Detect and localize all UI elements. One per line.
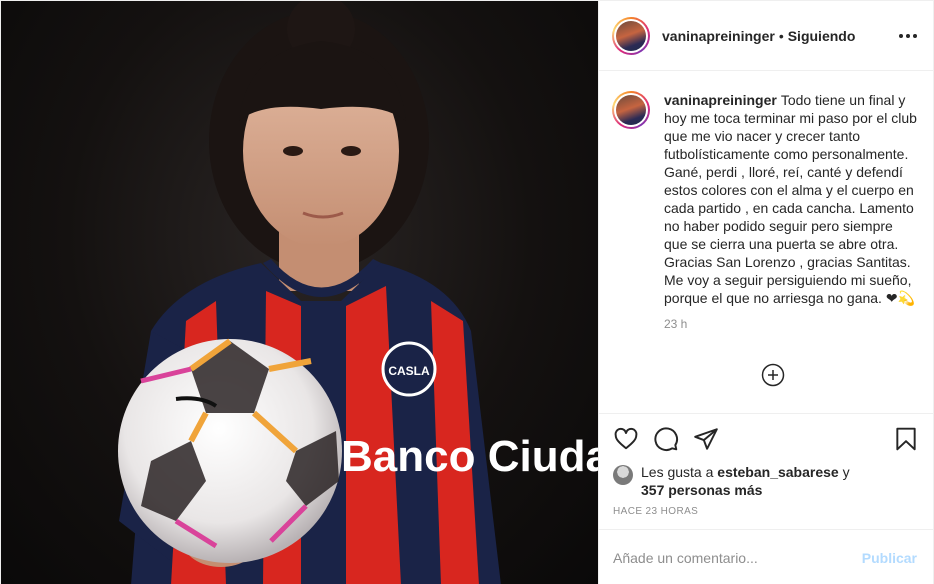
- publish-button[interactable]: Publicar: [862, 550, 917, 566]
- likes-count[interactable]: 357 personas más: [641, 482, 762, 498]
- plus-circle-icon[interactable]: [761, 363, 785, 387]
- share-icon[interactable]: [693, 426, 719, 452]
- action-bar: [599, 413, 933, 463]
- likes-prefix: Les gusta a: [641, 464, 718, 480]
- comment-icon[interactable]: [653, 426, 679, 452]
- more-options-icon[interactable]: [899, 28, 917, 44]
- likes-connector: y: [838, 464, 850, 480]
- avatar[interactable]: [612, 16, 650, 55]
- sponsor-text: Banco Ciuda: [341, 432, 598, 481]
- bookmark-icon[interactable]: [893, 426, 919, 452]
- likes-text: Les gusta a esteban_sabarese y 357 perso…: [641, 463, 850, 499]
- following-button[interactable]: Siguiendo: [788, 28, 856, 44]
- caption-avatar[interactable]: [612, 91, 650, 129]
- post-timestamp[interactable]: HACE 23 HORAS: [599, 505, 933, 529]
- post-photo[interactable]: CASLA Banco Ciuda: [1, 1, 598, 584]
- crest-text: CASLA: [388, 364, 430, 378]
- caption-time[interactable]: 23 h: [664, 317, 919, 331]
- liker-avatar[interactable]: [613, 465, 633, 485]
- player-illustration: CASLA Banco Ciuda: [118, 1, 598, 584]
- liker-username[interactable]: esteban_sabarese: [717, 464, 838, 480]
- instagram-post: CASLA Banco Ciuda vaninapreininger • Sig…: [0, 0, 934, 584]
- header-username[interactable]: vaninapreininger: [662, 28, 775, 44]
- caption-row: vaninapreininger Todo tiene un final y ho…: [612, 91, 919, 307]
- separator-dot: •: [778, 27, 784, 44]
- likes-summary: Les gusta a esteban_sabarese y 357 perso…: [599, 463, 933, 503]
- comment-input[interactable]: [613, 549, 862, 566]
- post-sidebar: vaninapreininger • Siguiendo vaninaprein…: [598, 1, 933, 584]
- heart-icon[interactable]: [613, 426, 639, 452]
- caption-text: Todo tiene un final y hoy me toca termin…: [664, 92, 917, 306]
- comments-section: vaninapreininger Todo tiene un final y ho…: [599, 71, 933, 413]
- post-header: vaninapreininger • Siguiendo: [599, 1, 933, 71]
- caption-username[interactable]: vaninapreininger: [664, 92, 777, 108]
- caption: vaninapreininger Todo tiene un final y ho…: [664, 91, 919, 307]
- add-comment-bar: Publicar: [599, 529, 933, 584]
